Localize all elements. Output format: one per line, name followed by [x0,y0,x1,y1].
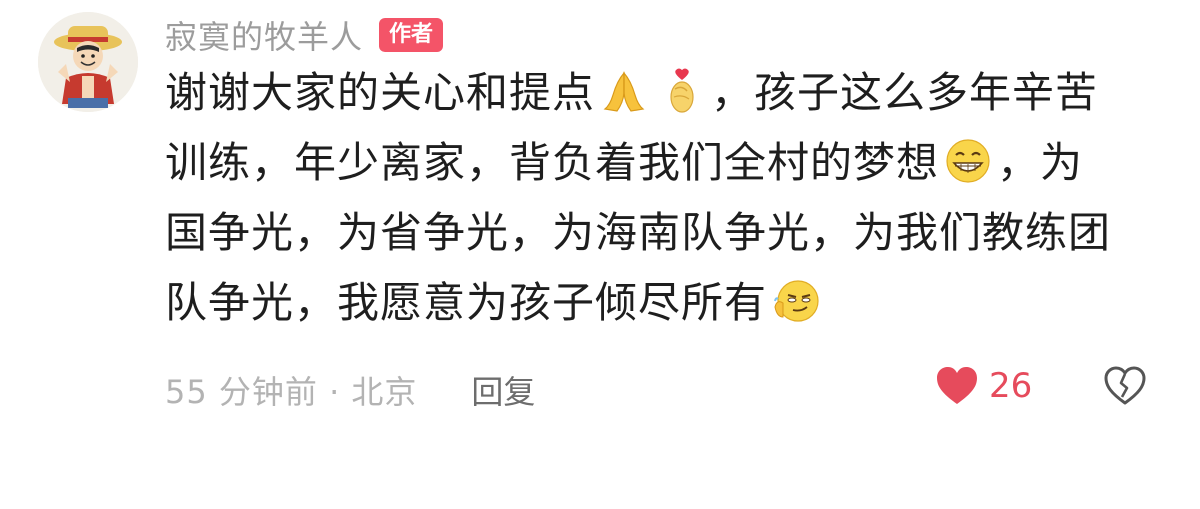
comment-footer: 55 分钟前 · 北京 回复 26 [165,362,1165,418]
comment-header: 寂寞的牧羊人 作者 [165,12,444,58]
comment-line: 谢谢大家的关心和提点 ，孩子这么多年辛苦 [165,66,1155,120]
time-location: 55 分钟前 · 北京 [165,373,418,411]
heart-icon [937,367,977,404]
comment-text-segment: 谢谢大家的关心和提点 [165,68,596,117]
comment-line: 训练，年少离家，背负着我们全村的梦想 ，为 [165,136,1155,190]
avatar-image [38,12,138,112]
avatar[interactable] [38,12,138,112]
broken-heart-icon [1104,366,1146,405]
comment-text-segment: 国争光，为省争光，为海南队争光，为我们教练团 [165,208,1112,257]
reply-button[interactable]: 回复 [471,367,535,413]
grin-emoji-icon [946,139,990,183]
comment-text: 谢谢大家的关心和提点 ，孩子这么多年辛苦 训练，年少离家，背负着我们全村的梦想 … [165,66,1155,346]
pray-emoji-icon [603,71,645,112]
comment-text-segment: 训练，年少离家，背负着我们全村的梦想 [165,138,940,187]
comment-text-segment: 队争光，我愿意为孩子倾尽所有 [165,278,768,327]
comment-text-segment: ，为 [997,138,1084,187]
finger-heart-emoji-icon [670,68,694,113]
comment-text-segment: ，孩子这么多年辛苦 [711,68,1099,117]
author-name[interactable]: 寂寞的牧羊人 [165,12,363,58]
comment-card: 寂寞的牧羊人 作者 谢谢大家的关心和提点 ，孩子这么多年辛苦 训练，年少离家，背… [0,0,1200,509]
author-badge: 作者 [379,18,444,52]
dislike-button[interactable] [1103,366,1147,410]
like-button[interactable]: 26 [935,366,1032,406]
comment-line: 国争光，为省争光，为海南队争光，为我们教练团 [165,206,1155,260]
smirk-emoji-icon [774,280,819,322]
comment-line: 队争光，我愿意为孩子倾尽所有 [165,276,1155,330]
like-count: 26 [989,366,1033,406]
